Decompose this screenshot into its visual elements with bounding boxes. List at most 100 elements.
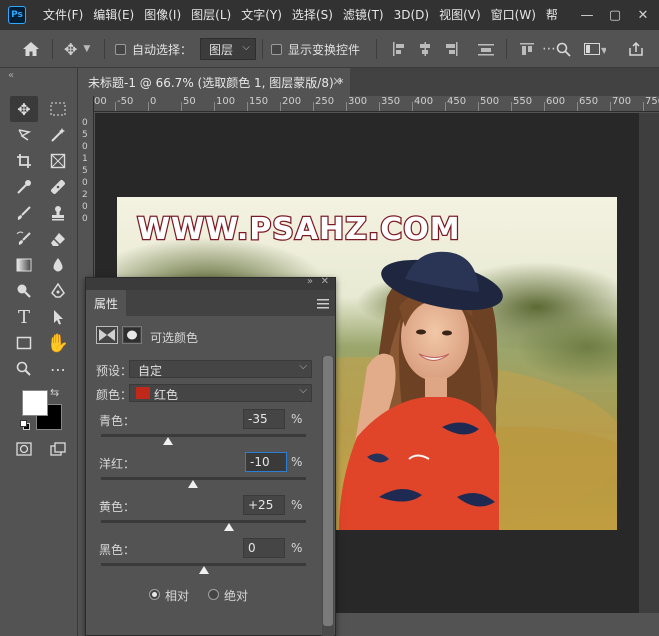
move-tool-preset-icon[interactable]: ✥ ▼ [64, 30, 90, 68]
move-tool-icon[interactable]: ✥ [10, 96, 38, 122]
quick-mask-icon[interactable] [10, 436, 38, 462]
panel-header[interactable]: » ✕ [86, 276, 335, 290]
yellow-input[interactable]: +25 [243, 495, 285, 515]
yellow-slider-track[interactable] [101, 520, 306, 523]
distribute-icon[interactable] [478, 30, 494, 68]
ruler-tick-label: 700 [612, 96, 632, 107]
panel-scrollbar[interactable] [322, 356, 334, 636]
magenta-slider-track[interactable] [101, 477, 306, 480]
auto-select-checkbox[interactable]: 自动选择： [115, 30, 192, 68]
close-icon[interactable]: × [332, 74, 342, 88]
ruler-tick-line [280, 102, 281, 111]
menu-type[interactable]: 文字(Y) [236, 0, 287, 30]
eyedropper-icon[interactable] [10, 174, 38, 200]
ruler-tick-label: 50 [183, 96, 196, 107]
magic-wand-icon[interactable] [44, 122, 72, 148]
ruler-tick-line [115, 102, 116, 111]
checkbox-box[interactable] [271, 43, 282, 55]
black-input[interactable]: 0 [243, 538, 285, 558]
menu-help[interactable]: 帮 [541, 0, 563, 30]
yellow-label: 黄色： [99, 500, 136, 514]
checkbox-box[interactable] [115, 43, 126, 55]
brush-tool-icon[interactable] [10, 200, 38, 226]
auto-select-dropdown[interactable]: 图层 ⌵ [200, 30, 257, 68]
path-selection-icon[interactable] [44, 304, 72, 330]
show-transform-checkbox[interactable]: 显示变换控件 [271, 30, 360, 68]
dodge-tool-icon[interactable] [10, 278, 38, 304]
gradient-tool-icon[interactable] [10, 252, 38, 278]
options-bar: ✥ ▼ 自动选择： 图层 ⌵ 显示变换控件 ⋯ ▼ [0, 30, 659, 68]
yellow-slider-thumb[interactable] [224, 523, 235, 531]
menu-file[interactable]: 文件(F) [38, 0, 88, 30]
menu-select[interactable]: 选择(S) [287, 0, 338, 30]
panel-menu-icon[interactable] [317, 298, 329, 312]
minimize-icon[interactable]: — [572, 0, 602, 30]
menu-view[interactable]: 视图(V) [434, 0, 486, 30]
history-brush-icon[interactable] [10, 226, 38, 252]
menu-filter[interactable]: 滤镜(T) [338, 0, 389, 30]
default-colors-icon[interactable] [20, 420, 30, 430]
share-icon[interactable] [628, 30, 644, 68]
ruler-tick-line [511, 102, 512, 111]
ruler-tick-label: 550 [513, 96, 533, 107]
color-value: 红色 [154, 388, 179, 402]
rectangle-tool-icon[interactable] [10, 330, 38, 356]
menu-3d[interactable]: 3D(D) [389, 0, 434, 30]
ruler-tick-line [577, 102, 578, 111]
clone-stamp-icon[interactable] [44, 200, 72, 226]
collapse-panel-icon[interactable]: » [307, 276, 313, 287]
more-tools-icon[interactable]: ⋯ [44, 356, 72, 382]
cyan-slider-thumb[interactable] [162, 437, 173, 445]
zoom-tool-icon[interactable] [10, 356, 38, 382]
align-left-icon[interactable] [392, 30, 406, 68]
more-options-icon[interactable]: ⋯ [542, 30, 556, 68]
ruler-tick-label: 600 [546, 96, 566, 107]
cyan-slider-track[interactable] [101, 434, 306, 437]
magenta-input[interactable]: -10 [245, 452, 287, 472]
blur-tool-icon[interactable] [44, 252, 72, 278]
document-tab[interactable]: 未标题-1 @ 66.7% (选取颜色 1, 图层蒙版/8) * × [78, 68, 350, 96]
absolute-radio[interactable] [208, 589, 219, 600]
workspace-icon[interactable]: ▼ [584, 30, 606, 68]
menu-window[interactable]: 窗口(W) [486, 0, 541, 30]
frame-tool-icon[interactable] [44, 148, 72, 174]
color-dropdown[interactable]: 红色 ⌵ [129, 384, 312, 402]
type-tool-icon[interactable]: T [10, 304, 38, 330]
collapse-toolbar-icon[interactable]: « [8, 70, 14, 81]
healing-brush-icon[interactable] [44, 174, 72, 200]
eraser-tool-icon[interactable] [44, 226, 72, 252]
home-icon[interactable] [22, 30, 40, 68]
ruler-tick-label: 750 [645, 96, 659, 107]
screen-mode-icon[interactable] [44, 436, 72, 462]
adjustment-layer-icon[interactable] [96, 326, 118, 344]
align-top-icon[interactable] [520, 30, 534, 68]
workspace-scrollbar[interactable] [639, 113, 659, 613]
menu-edit[interactable]: 编辑(E) [88, 0, 139, 30]
lasso-tool-icon[interactable] [10, 122, 38, 148]
foreground-color-swatch[interactable] [22, 390, 48, 416]
preset-dropdown[interactable]: 自定 ⌵ [129, 360, 312, 378]
maximize-icon[interactable]: ▢ [600, 0, 630, 30]
swap-colors-icon[interactable]: ⇆ [50, 386, 59, 399]
crop-tool-icon[interactable] [10, 148, 38, 174]
menu-layer[interactable]: 图层(L) [186, 0, 236, 30]
search-icon[interactable] [556, 30, 571, 68]
ruler-tick-label: 350 [381, 96, 401, 107]
pen-tool-icon[interactable] [44, 278, 72, 304]
align-center-icon[interactable] [418, 30, 432, 68]
color-swatch [136, 387, 150, 399]
panel-scrollbar-thumb[interactable] [323, 356, 333, 626]
black-slider-thumb[interactable] [198, 566, 209, 574]
layer-mask-icon[interactable] [122, 326, 142, 344]
align-right-icon[interactable] [444, 30, 458, 68]
relative-radio[interactable] [149, 589, 160, 600]
close-panel-icon[interactable]: ✕ [321, 276, 329, 287]
magenta-slider-thumb[interactable] [188, 480, 199, 488]
menu-image[interactable]: 图像(I) [139, 0, 186, 30]
close-window-icon[interactable]: ✕ [628, 0, 658, 30]
cyan-input[interactable]: -35 [243, 409, 285, 429]
ruler-tick-line [346, 102, 347, 111]
hand-tool-icon[interactable]: ✋ [44, 330, 72, 356]
tab-properties[interactable]: 属性 [86, 290, 126, 316]
marquee-tool-icon[interactable] [44, 96, 72, 122]
